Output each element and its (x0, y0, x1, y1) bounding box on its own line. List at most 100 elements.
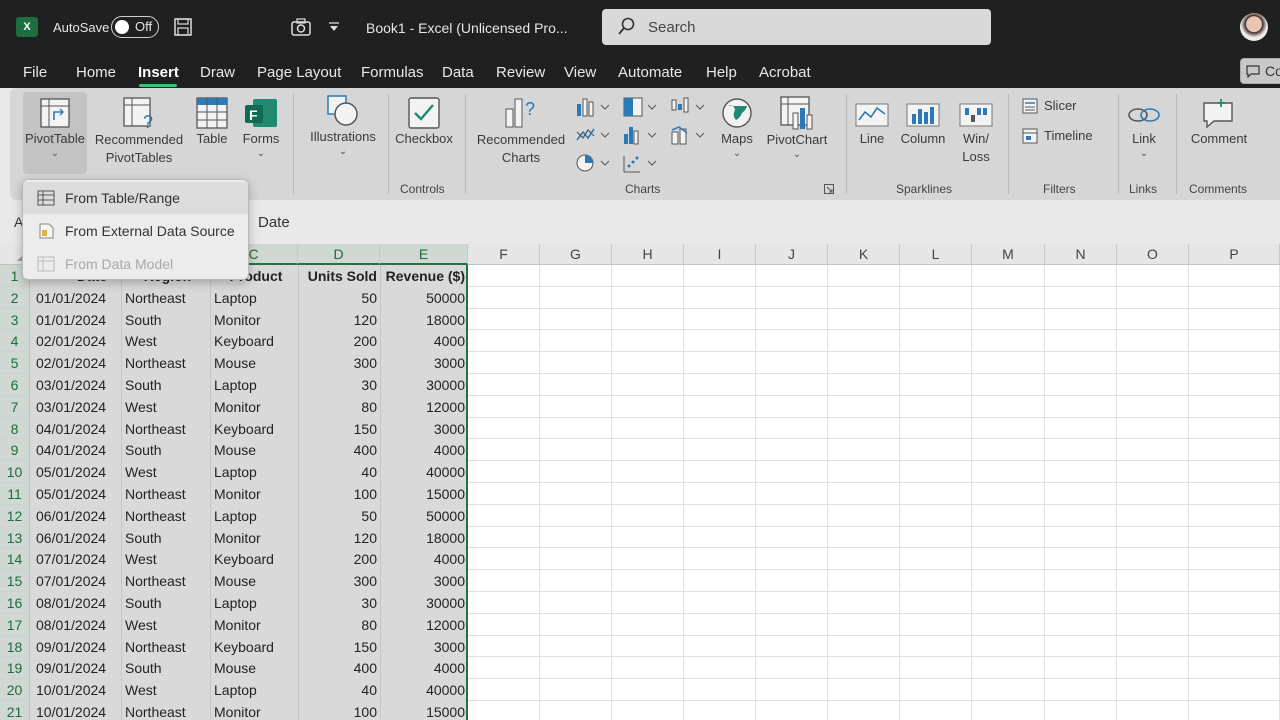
tab-draw[interactable]: Draw (200, 64, 235, 81)
table-cell[interactable]: Monitor (214, 527, 298, 549)
column-header-l[interactable]: L (900, 244, 972, 265)
table-cell[interactable]: 200 (300, 330, 377, 352)
table-cell[interactable]: Monitor (214, 701, 298, 720)
table-cell[interactable]: Northeast (125, 352, 210, 374)
table-cell[interactable]: 3000 (382, 418, 465, 440)
column-header-o[interactable]: O (1117, 244, 1189, 265)
tab-automate[interactable]: Automate (618, 64, 682, 81)
table-cell[interactable]: West (125, 396, 210, 418)
table-cell[interactable]: 18000 (382, 309, 465, 331)
table-cell[interactable]: 80 (300, 614, 377, 636)
table-cell[interactable]: 40 (300, 679, 377, 701)
column-chart-icon[interactable] (575, 96, 613, 118)
table-cell[interactable]: Northeast (125, 418, 210, 440)
table-cell[interactable]: Keyboard (214, 548, 298, 570)
row-header[interactable]: 5 (0, 352, 30, 374)
row-header[interactable]: 6 (0, 374, 30, 396)
row-header[interactable]: 9 (0, 439, 30, 462)
line-chart-icon[interactable] (575, 124, 613, 146)
table-cell[interactable]: Keyboard (214, 330, 298, 352)
table-cell[interactable]: 50000 (382, 505, 465, 527)
column-header-f[interactable]: F (468, 244, 540, 265)
column-header-k[interactable]: K (828, 244, 900, 265)
table-cell[interactable]: 40 (300, 461, 377, 483)
table-cell[interactable]: 30000 (382, 374, 465, 396)
menu-item-from-table-range[interactable]: From Table/Range (23, 182, 248, 214)
statistic-chart-icon[interactable] (622, 124, 660, 146)
forms-button[interactable]: F Forms ⌄ (238, 92, 284, 174)
table-cell[interactable]: 12000 (382, 614, 465, 636)
row-header[interactable]: 16 (0, 592, 30, 614)
checkbox-button[interactable]: Checkbox (392, 92, 456, 174)
table-cell[interactable]: Monitor (214, 614, 298, 636)
camera-icon[interactable] (290, 17, 312, 37)
table-cell[interactable]: Mouse (214, 439, 298, 461)
row-header[interactable]: 15 (0, 570, 30, 592)
column-header-p[interactable]: P (1189, 244, 1280, 265)
table-button[interactable]: Table (192, 92, 232, 174)
table-cell[interactable]: West (125, 461, 210, 483)
row-header[interactable]: 18 (0, 635, 30, 658)
tab-help[interactable]: Help (706, 64, 737, 81)
column-header-h[interactable]: H (612, 244, 684, 265)
table-cell[interactable]: South (125, 439, 210, 461)
table-cell[interactable]: South (125, 527, 210, 549)
dialog-launcher-icon[interactable] (824, 184, 834, 194)
table-cell[interactable]: West (125, 548, 210, 570)
row-header[interactable]: 17 (0, 613, 30, 636)
tab-formulas[interactable]: Formulas (361, 64, 424, 81)
table-cell[interactable]: Northeast (125, 505, 210, 527)
row-header[interactable]: 21 (0, 701, 30, 720)
combo-chart-icon[interactable] (670, 124, 708, 146)
pivotchart-button[interactable]: PivotChart ⌄ (762, 92, 832, 174)
table-cell[interactable]: 12000 (382, 396, 465, 418)
table-cell[interactable]: Northeast (125, 287, 210, 309)
scatter-chart-icon[interactable] (622, 152, 660, 174)
recommended-charts-button[interactable]: ? Recommended Charts (473, 92, 569, 174)
table-cell[interactable]: West (125, 614, 210, 636)
column-header-i[interactable]: I (684, 244, 756, 265)
table-cell[interactable]: 3000 (382, 352, 465, 374)
table-cell[interactable]: Monitor (214, 483, 298, 505)
table-cell[interactable]: 400 (300, 657, 377, 679)
table-cell[interactable]: South (125, 309, 210, 331)
menu-item-from-external-data-source[interactable]: From External Data Source (23, 215, 248, 247)
header-cell[interactable]: Units Sold (300, 265, 377, 287)
sparkline-column-button[interactable]: Column (898, 92, 948, 174)
table-cell[interactable]: Laptop (214, 592, 298, 614)
row-header[interactable]: 7 (0, 395, 30, 418)
column-header-j[interactable]: J (756, 244, 828, 265)
table-cell[interactable]: 150 (300, 636, 377, 658)
sparkline-winloss-button[interactable]: Win/ Loss (954, 92, 998, 174)
table-cell[interactable]: Northeast (125, 483, 210, 505)
table-cell[interactable]: Laptop (214, 287, 298, 309)
tab-home[interactable]: Home (76, 64, 116, 81)
table-cell[interactable]: 15000 (382, 483, 465, 505)
sparkline-line-button[interactable]: Line (852, 92, 892, 174)
table-cell[interactable]: 30 (300, 592, 377, 614)
pie-chart-icon[interactable] (575, 152, 613, 174)
slicer-button[interactable]: Slicer (1018, 96, 1102, 118)
table-cell[interactable]: Northeast (125, 636, 210, 658)
timeline-button[interactable]: Timeline (1018, 126, 1110, 148)
column-header-d[interactable]: D (298, 244, 380, 265)
table-cell[interactable]: 40000 (382, 679, 465, 701)
table-cell[interactable]: 30 (300, 374, 377, 396)
table-cell[interactable]: 100 (300, 701, 377, 720)
column-header-n[interactable]: N (1045, 244, 1117, 265)
row-header[interactable]: 3 (0, 308, 30, 331)
table-cell[interactable]: 50 (300, 505, 377, 527)
table-cell[interactable]: 40000 (382, 461, 465, 483)
table-cell[interactable]: 300 (300, 570, 377, 592)
table-cell[interactable]: 300 (300, 352, 377, 374)
pivottable-button[interactable]: PivotTable ⌄ (23, 92, 87, 174)
table-cell[interactable]: 200 (300, 548, 377, 570)
table-cell[interactable]: 4000 (382, 330, 465, 352)
table-cell[interactable]: Monitor (214, 309, 298, 331)
column-header-m[interactable]: M (972, 244, 1045, 265)
maps-button[interactable]: Maps ⌄ (710, 92, 764, 174)
table-cell[interactable]: Laptop (214, 374, 298, 396)
table-cell[interactable]: Laptop (214, 679, 298, 701)
table-cell[interactable]: Mouse (214, 657, 298, 679)
search-box[interactable]: Search (602, 9, 991, 45)
